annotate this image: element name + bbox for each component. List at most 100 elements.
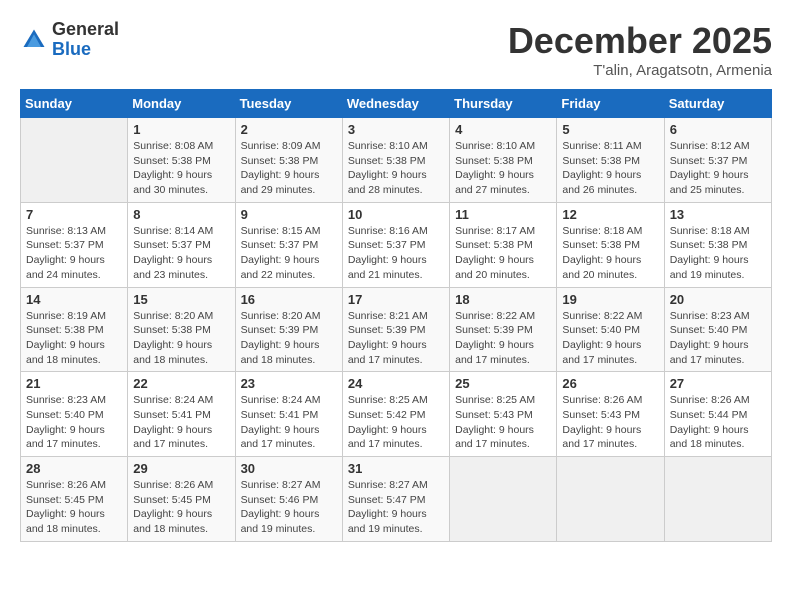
calendar-cell: 26 Sunrise: 8:26 AMSunset: 5:43 PMDayligh… bbox=[557, 372, 664, 457]
day-info: Sunrise: 8:15 AMSunset: 5:37 PMDaylight:… bbox=[241, 224, 337, 283]
day-header: Tuesday bbox=[235, 90, 342, 118]
calendar-cell bbox=[450, 457, 557, 542]
day-info: Sunrise: 8:23 AMSunset: 5:40 PMDaylight:… bbox=[670, 309, 766, 368]
day-number: 3 bbox=[348, 122, 444, 137]
day-info: Sunrise: 8:10 AMSunset: 5:38 PMDaylight:… bbox=[348, 139, 444, 198]
calendar-cell: 3 Sunrise: 8:10 AMSunset: 5:38 PMDaylight… bbox=[342, 118, 449, 203]
day-info: Sunrise: 8:08 AMSunset: 5:38 PMDaylight:… bbox=[133, 139, 229, 198]
day-info: Sunrise: 8:26 AMSunset: 5:44 PMDaylight:… bbox=[670, 393, 766, 452]
logo-icon bbox=[20, 26, 48, 54]
day-number: 26 bbox=[562, 376, 658, 391]
day-info: Sunrise: 8:11 AMSunset: 5:38 PMDaylight:… bbox=[562, 139, 658, 198]
day-header: Thursday bbox=[450, 90, 557, 118]
calendar-cell: 16Sunrise: 8:20 AMSunset: 5:39 PMDayligh… bbox=[235, 287, 342, 372]
day-info: Sunrise: 8:26 AMSunset: 5:43 PMDaylight:… bbox=[562, 393, 658, 452]
calendar-cell: 27 Sunrise: 8:26 AMSunset: 5:44 PMDayligh… bbox=[664, 372, 771, 457]
day-info: Sunrise: 8:23 AMSunset: 5:40 PMDaylight:… bbox=[26, 393, 122, 452]
day-number: 11 bbox=[455, 207, 551, 222]
day-info: Sunrise: 8:24 AMSunset: 5:41 PMDaylight:… bbox=[133, 393, 229, 452]
calendar-cell: 14Sunrise: 8:19 AMSunset: 5:38 PMDayligh… bbox=[21, 287, 128, 372]
calendar-cell: 23 Sunrise: 8:24 AMSunset: 5:41 PMDayligh… bbox=[235, 372, 342, 457]
calendar-cell: 30 Sunrise: 8:27 AMSunset: 5:46 PMDayligh… bbox=[235, 457, 342, 542]
calendar-cell: 28Sunrise: 8:26 AMSunset: 5:45 PMDayligh… bbox=[21, 457, 128, 542]
calendar-cell: 17 Sunrise: 8:21 AMSunset: 5:39 PMDayligh… bbox=[342, 287, 449, 372]
calendar-table: SundayMondayTuesdayWednesdayThursdayFrid… bbox=[20, 89, 772, 542]
day-info: Sunrise: 8:21 AMSunset: 5:39 PMDaylight:… bbox=[348, 309, 444, 368]
day-number: 19 bbox=[562, 292, 658, 307]
day-header: Monday bbox=[128, 90, 235, 118]
logo-blue: Blue bbox=[52, 39, 91, 59]
day-number: 29 bbox=[133, 461, 229, 476]
day-info: Sunrise: 8:24 AMSunset: 5:41 PMDaylight:… bbox=[241, 393, 337, 452]
day-info: Sunrise: 8:25 AMSunset: 5:43 PMDaylight:… bbox=[455, 393, 551, 452]
logo-text: General Blue bbox=[52, 20, 119, 60]
main-title: December 2025 bbox=[508, 20, 772, 62]
day-info: Sunrise: 8:27 AMSunset: 5:47 PMDaylight:… bbox=[348, 478, 444, 537]
day-number: 24 bbox=[348, 376, 444, 391]
day-info: Sunrise: 8:22 AMSunset: 5:39 PMDaylight:… bbox=[455, 309, 551, 368]
calendar-cell: 9 Sunrise: 8:15 AMSunset: 5:37 PMDaylight… bbox=[235, 202, 342, 287]
day-info: Sunrise: 8:17 AMSunset: 5:38 PMDaylight:… bbox=[455, 224, 551, 283]
day-number: 7 bbox=[26, 207, 122, 222]
day-info: Sunrise: 8:09 AMSunset: 5:38 PMDaylight:… bbox=[241, 139, 337, 198]
day-number: 1 bbox=[133, 122, 229, 137]
calendar-cell: 8Sunrise: 8:14 AMSunset: 5:37 PMDaylight… bbox=[128, 202, 235, 287]
day-number: 17 bbox=[348, 292, 444, 307]
day-number: 12 bbox=[562, 207, 658, 222]
calendar-cell: 5 Sunrise: 8:11 AMSunset: 5:38 PMDaylight… bbox=[557, 118, 664, 203]
day-number: 6 bbox=[670, 122, 766, 137]
page-header: General Blue December 2025 T'alin, Araga… bbox=[20, 20, 772, 79]
calendar-cell: 31Sunrise: 8:27 AMSunset: 5:47 PMDayligh… bbox=[342, 457, 449, 542]
day-header: Sunday bbox=[21, 90, 128, 118]
calendar-header-row: SundayMondayTuesdayWednesdayThursdayFrid… bbox=[21, 90, 772, 118]
day-number: 20 bbox=[670, 292, 766, 307]
day-info: Sunrise: 8:19 AMSunset: 5:38 PMDaylight:… bbox=[26, 309, 122, 368]
calendar-cell: 11 Sunrise: 8:17 AMSunset: 5:38 PMDayligh… bbox=[450, 202, 557, 287]
day-header: Friday bbox=[557, 90, 664, 118]
day-number: 5 bbox=[562, 122, 658, 137]
calendar-cell bbox=[664, 457, 771, 542]
day-number: 10 bbox=[348, 207, 444, 222]
day-header: Saturday bbox=[664, 90, 771, 118]
day-info: Sunrise: 8:22 AMSunset: 5:40 PMDaylight:… bbox=[562, 309, 658, 368]
calendar-week-row: 14Sunrise: 8:19 AMSunset: 5:38 PMDayligh… bbox=[21, 287, 772, 372]
day-number: 25 bbox=[455, 376, 551, 391]
day-number: 30 bbox=[241, 461, 337, 476]
day-number: 28 bbox=[26, 461, 122, 476]
calendar-cell: 13Sunrise: 8:18 AMSunset: 5:38 PMDayligh… bbox=[664, 202, 771, 287]
day-number: 15 bbox=[133, 292, 229, 307]
location-subtitle: T'alin, Aragatsotn, Armenia bbox=[508, 62, 772, 79]
day-number: 8 bbox=[133, 207, 229, 222]
calendar-cell: 10 Sunrise: 8:16 AMSunset: 5:37 PMDayligh… bbox=[342, 202, 449, 287]
day-info: Sunrise: 8:27 AMSunset: 5:46 PMDaylight:… bbox=[241, 478, 337, 537]
day-number: 21 bbox=[26, 376, 122, 391]
calendar-week-row: 28Sunrise: 8:26 AMSunset: 5:45 PMDayligh… bbox=[21, 457, 772, 542]
day-header: Wednesday bbox=[342, 90, 449, 118]
day-info: Sunrise: 8:10 AMSunset: 5:38 PMDaylight:… bbox=[455, 139, 551, 198]
calendar-cell: 6Sunrise: 8:12 AMSunset: 5:37 PMDaylight… bbox=[664, 118, 771, 203]
day-number: 4 bbox=[455, 122, 551, 137]
calendar-week-row: 1 Sunrise: 8:08 AMSunset: 5:38 PMDaylight… bbox=[21, 118, 772, 203]
title-section: December 2025 T'alin, Aragatsotn, Armeni… bbox=[508, 20, 772, 79]
calendar-cell: 29Sunrise: 8:26 AMSunset: 5:45 PMDayligh… bbox=[128, 457, 235, 542]
calendar-cell: 2Sunrise: 8:09 AMSunset: 5:38 PMDaylight… bbox=[235, 118, 342, 203]
day-info: Sunrise: 8:20 AMSunset: 5:38 PMDaylight:… bbox=[133, 309, 229, 368]
day-info: Sunrise: 8:20 AMSunset: 5:39 PMDaylight:… bbox=[241, 309, 337, 368]
calendar-cell: 1 Sunrise: 8:08 AMSunset: 5:38 PMDaylight… bbox=[128, 118, 235, 203]
calendar-cell: 21 Sunrise: 8:23 AMSunset: 5:40 PMDayligh… bbox=[21, 372, 128, 457]
calendar-cell bbox=[21, 118, 128, 203]
calendar-week-row: 7 Sunrise: 8:13 AMSunset: 5:37 PMDaylight… bbox=[21, 202, 772, 287]
day-info: Sunrise: 8:16 AMSunset: 5:37 PMDaylight:… bbox=[348, 224, 444, 283]
day-number: 9 bbox=[241, 207, 337, 222]
day-number: 23 bbox=[241, 376, 337, 391]
day-number: 13 bbox=[670, 207, 766, 222]
calendar-cell: 4 Sunrise: 8:10 AMSunset: 5:38 PMDaylight… bbox=[450, 118, 557, 203]
calendar-cell: 18Sunrise: 8:22 AMSunset: 5:39 PMDayligh… bbox=[450, 287, 557, 372]
day-number: 27 bbox=[670, 376, 766, 391]
calendar-cell: 25 Sunrise: 8:25 AMSunset: 5:43 PMDayligh… bbox=[450, 372, 557, 457]
day-info: Sunrise: 8:13 AMSunset: 5:37 PMDaylight:… bbox=[26, 224, 122, 283]
calendar-cell: 7 Sunrise: 8:13 AMSunset: 5:37 PMDaylight… bbox=[21, 202, 128, 287]
calendar-cell: 12Sunrise: 8:18 AMSunset: 5:38 PMDayligh… bbox=[557, 202, 664, 287]
calendar-week-row: 21 Sunrise: 8:23 AMSunset: 5:40 PMDayligh… bbox=[21, 372, 772, 457]
calendar-cell: 22Sunrise: 8:24 AMSunset: 5:41 PMDayligh… bbox=[128, 372, 235, 457]
